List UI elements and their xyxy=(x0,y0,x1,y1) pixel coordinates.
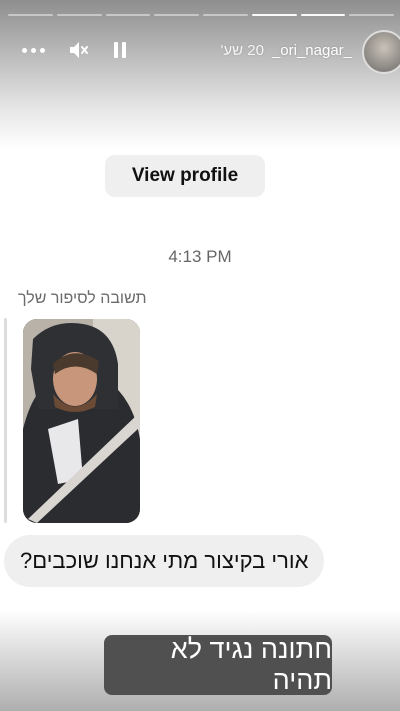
progress-segment xyxy=(105,14,151,16)
story-thumbnail[interactable] xyxy=(23,319,140,523)
story-reply-caption: תשובה לסיפור שלך xyxy=(18,290,147,307)
story-header-gradient xyxy=(0,0,400,150)
progress-segment xyxy=(154,14,199,16)
more-dots-icon[interactable] xyxy=(22,47,45,53)
progress-segment xyxy=(8,14,53,16)
story-controls xyxy=(22,39,127,61)
message-bubble[interactable]: אורי בקיצור מתי אנחנו שוכבים? xyxy=(4,535,325,587)
progress-segment xyxy=(349,14,394,16)
message-timestamp: 4:13 PM xyxy=(168,247,232,266)
progress-segment-current xyxy=(251,14,297,16)
progress-segment-current xyxy=(300,14,346,16)
story-caption-overlay: חתונה נגיד לא תהיה xyxy=(104,634,332,695)
view-profile-button[interactable]: View profile xyxy=(105,155,265,197)
story-username[interactable]: _ori_nagar_ xyxy=(272,42,352,59)
progress-segment xyxy=(203,14,248,16)
story-time-ago: 20 שע' xyxy=(220,42,264,59)
muted-speaker-icon[interactable] xyxy=(69,41,89,59)
reply-indicator-bar xyxy=(4,318,7,523)
story-progress-bar xyxy=(8,14,394,17)
progress-segment xyxy=(56,14,102,16)
avatar[interactable] xyxy=(362,30,400,74)
pause-icon[interactable] xyxy=(113,41,127,59)
story-author[interactable]: 20 שע' _ori_nagar_ xyxy=(221,42,352,59)
